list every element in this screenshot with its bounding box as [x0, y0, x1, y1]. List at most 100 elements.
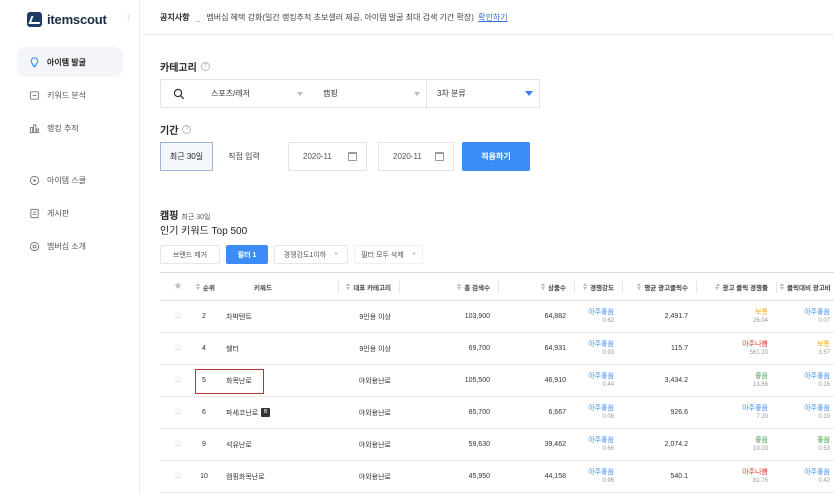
sidebar-item-label: 아이템 발굴 — [47, 57, 87, 67]
favorite-star-icon[interactable]: ☆ — [170, 333, 186, 364]
category-selector: 스포츠/레저 캠핑 3차 분류 — [160, 79, 540, 108]
favorite-star-icon[interactable]: ☆ — [170, 429, 186, 460]
sort-icon — [345, 283, 351, 290]
school-icon — [29, 175, 40, 186]
keyword-cell[interactable]: 캠핑화목난로 — [226, 461, 265, 492]
logo[interactable]: itemscout — [27, 9, 107, 29]
brand-exclude-button[interactable]: 브랜드 제거 — [160, 245, 220, 264]
products-cell: 44,158 — [544, 473, 566, 480]
list-subtitle: 최근 30일 — [181, 214, 211, 221]
sort-icon — [715, 283, 720, 290]
searches-cell: 105,500 — [464, 377, 490, 384]
start-date-input[interactable]: 2020-11 — [288, 142, 367, 171]
start-date-value: 2020-11 — [303, 152, 332, 161]
sidebar-item-keyword-analysis[interactable]: 키워드 분석 — [17, 80, 123, 110]
close-icon[interactable]: × — [412, 251, 416, 258]
search-icon — [173, 88, 185, 99]
category-level3-value: 3차 분류 — [437, 89, 466, 98]
table-row[interactable]: ☆ 2 차박텐트 9인용 이상 103,900 64,882 아주좋음 0.62 2,491.7… — [160, 301, 834, 333]
keyword-cell[interactable]: 파세코난로 B — [226, 397, 271, 428]
col-rank[interactable]: 순위 — [195, 273, 215, 300]
sidebar-item-label: 랭킹 추적 — [47, 123, 79, 133]
competition-cell: 아주좋음 0.44 — [588, 373, 614, 388]
favorite-star-icon[interactable]: ☆ — [170, 461, 186, 492]
table-row[interactable]: ☆ 9 석유난로 야외용난로 59,630 39,462 아주좋음 0.66 2,074.2 좋음… — [160, 429, 834, 461]
sidebar-item-rank-tracking[interactable]: 랭킹 추적 — [17, 113, 123, 143]
col-category[interactable]: 대표 카테고리 — [340, 273, 391, 300]
notice-confirm-link[interactable]: 확인하기 — [478, 13, 507, 22]
sort-icon — [779, 283, 784, 290]
sidebar-collapse-icon[interactable]: ⁞ — [127, 13, 130, 23]
favorite-star-icon[interactable]: ☆ — [170, 397, 186, 428]
table-row[interactable]: ☆ 4 쉘터 9인용 이상 69,700 64,931 아주좋음 0.93 115.7 아주나쁨 5… — [160, 333, 834, 365]
category-search-button[interactable] — [161, 80, 197, 107]
chart-icon — [29, 123, 40, 134]
sidebar-item-item-discovery[interactable]: 아이템 발굴 — [17, 47, 123, 77]
table-row[interactable]: ☆ 6 파세코난로 B 야외용난로 85,700 6,667 아주좋음 0.08 926.6 아주좋… — [160, 397, 834, 429]
category-cell: 야외용난로 — [358, 377, 391, 385]
competition-cell: 아주좋음 0.08 — [588, 405, 614, 420]
notice-message: 멤버십 혜택 강화(일간 랭킹추적 초보셀러 제공, 아이템 발굴 최대 검색 … — [206, 13, 474, 22]
help-icon[interactable]: ? — [182, 125, 192, 134]
sidebar-item-board[interactable]: 게시판 — [17, 198, 123, 228]
click-ratio-cell: 아주좋음 0.16 — [804, 373, 830, 388]
notice-label: 공지사항 — [160, 13, 190, 22]
recent-30-days-button[interactable]: 최근 30일 — [160, 142, 213, 171]
clear-all-label: 필터 모두 삭제 — [361, 251, 404, 259]
sort-icon — [540, 283, 546, 290]
category-section-title: 카테고리 ? — [160, 59, 210, 74]
col-avg-ad-clicks[interactable]: 평균 광고클릭수 — [624, 273, 688, 300]
searches-cell: 59,630 — [468, 441, 490, 448]
category-level3-select[interactable]: 3차 분류 — [426, 79, 540, 108]
filter-chip-label: 경쟁강도1이하 — [283, 251, 327, 259]
col-products[interactable]: 상품수 — [500, 273, 566, 300]
category-level2-select[interactable]: 캠핑 — [313, 80, 426, 107]
brand-badge-icon: B — [261, 408, 271, 418]
close-icon[interactable]: × — [334, 251, 338, 258]
click-ratio-cell: 좋음 0.53 — [817, 437, 830, 452]
keyword-cell[interactable]: 쉘터 — [226, 333, 239, 364]
sidebar-item-label: 게시판 — [47, 208, 70, 218]
rank-cell: 4 — [202, 345, 206, 352]
category-level1-select[interactable]: 스포츠/레저 — [201, 80, 309, 107]
col-keyword[interactable]: 키워드 — [254, 273, 272, 300]
searches-cell: 103,900 — [464, 313, 490, 320]
searches-cell: 45,950 — [468, 473, 490, 480]
rank-cell: 2 — [202, 313, 206, 320]
competition-cell: 아주좋음 0.66 — [588, 437, 614, 452]
col-click-ratio[interactable]: 클릭대비 광고비 — [779, 273, 831, 300]
favorite-star-icon[interactable]: ☆ — [170, 301, 186, 332]
ad-competition-cell: 아주나쁨 81.76 — [742, 469, 768, 484]
keyword-cell[interactable]: 차박텐트 — [226, 301, 252, 332]
custom-input-button[interactable]: 직접 입력 — [215, 142, 273, 171]
table-row[interactable]: ☆ 10 캠핑화목난로 야외용난로 45,950 44,158 아주좋음 0.96 540.1 아… — [160, 461, 834, 493]
apply-button[interactable]: 적용하기 — [462, 142, 530, 171]
end-date-input[interactable]: 2020-11 — [378, 142, 454, 171]
list-title: 캠핑 최근 30일 — [160, 207, 210, 222]
col-total-searches[interactable]: 총 검색수 — [401, 273, 490, 300]
notice-separator: _ — [195, 13, 201, 22]
table-body: ☆ 2 차박텐트 9인용 이상 103,900 64,882 아주좋음 0.62 2,491.7… — [160, 301, 834, 493]
help-icon[interactable]: ? — [200, 62, 210, 71]
filter-chip-competition[interactable]: 경쟁강도1이하 × — [274, 245, 348, 264]
favorite-all-icon[interactable]: ★ — [170, 273, 186, 300]
period-section-title: 기간 ? — [160, 122, 192, 137]
sidebar-item-item-school[interactable]: 아이템 스쿨 — [17, 165, 123, 195]
chevron-down-icon — [525, 91, 533, 96]
competition-cell: 아주좋음 0.96 — [588, 469, 614, 484]
col-competition[interactable]: 경쟁강도 — [576, 273, 614, 300]
calendar-icon — [435, 152, 444, 161]
lightbulb-icon — [29, 56, 40, 68]
keyword-cell[interactable]: 석유난로 — [226, 429, 252, 460]
clear-all-filters-button[interactable]: 필터 모두 삭제 × — [354, 245, 423, 264]
click-ratio-cell: 보통 3.57 — [817, 341, 830, 356]
category-cell: 야외용난로 — [358, 441, 391, 449]
category-cell: 9인용 이상 — [359, 345, 391, 353]
ad-competition-cell: 보통 26.04 — [752, 309, 768, 324]
period-label: 기간 — [160, 126, 179, 137]
col-ad-competition[interactable]: 광고 클릭 경쟁률 — [698, 273, 768, 300]
favorite-star-icon[interactable]: ☆ — [170, 365, 186, 396]
filter-button[interactable]: 필터 1 — [226, 245, 268, 264]
sidebar-item-membership[interactable]: 멤버십 소개 — [17, 231, 123, 261]
keyword-icon — [29, 90, 40, 101]
